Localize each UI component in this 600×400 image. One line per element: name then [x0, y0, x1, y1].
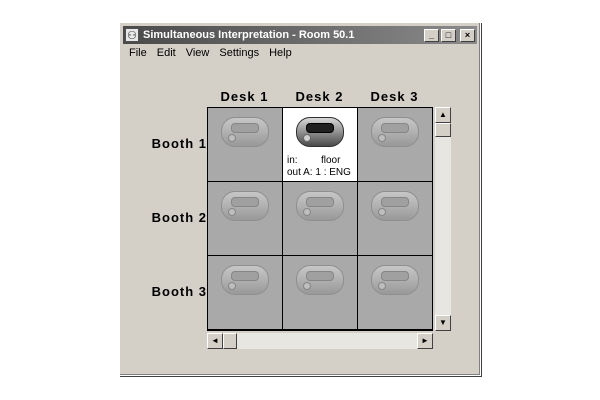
- close-button[interactable]: ×: [460, 28, 475, 42]
- channel-info: in: floor out A: 1 : ENG: [287, 155, 355, 179]
- interpreter-console-icon: [296, 265, 344, 295]
- scroll-up-button[interactable]: ▲: [435, 107, 451, 123]
- cell-booth2-desk1[interactable]: [208, 182, 282, 255]
- menu-help[interactable]: Help: [264, 46, 297, 62]
- cell-booth3-desk3[interactable]: [358, 256, 432, 329]
- maximize-button[interactable]: □: [441, 28, 456, 42]
- interpreter-console-icon: [221, 265, 269, 295]
- interpreter-console-icon: [221, 117, 269, 147]
- scroll-down-button[interactable]: ▼: [435, 315, 451, 331]
- out-label: out A:: [287, 167, 313, 178]
- menu-settings[interactable]: Settings: [214, 46, 264, 62]
- booth-desk-grid: in: floor out A: 1 : ENG: [207, 107, 433, 331]
- menu-edit[interactable]: Edit: [152, 46, 181, 62]
- vertical-scroll-thumb[interactable]: [435, 123, 451, 137]
- interpreter-console-icon: [371, 191, 419, 221]
- scroll-left-button[interactable]: ◄: [207, 333, 223, 349]
- menu-bar: File Edit View Settings Help: [124, 46, 297, 62]
- cell-booth3-desk2[interactable]: [283, 256, 357, 329]
- interpreter-console-icon: [371, 265, 419, 295]
- client-area: Desk 1 Desk 2 Desk 3 Booth 1 Booth 2 Boo…: [123, 63, 477, 372]
- interpreter-icon[interactable]: ⚇: [125, 28, 139, 42]
- interpreter-console-icon: [371, 117, 419, 147]
- desk-1-header: Desk 1: [220, 89, 269, 104]
- cell-booth1-desk3[interactable]: [358, 108, 432, 181]
- horizontal-scrollbar[interactable]: ◄ ►: [207, 333, 433, 349]
- out-value: 1 : ENG: [315, 167, 351, 178]
- booth-1-header: Booth 1: [151, 136, 207, 151]
- cell-booth1-desk1[interactable]: [208, 108, 282, 181]
- interpreter-console-icon: [221, 191, 269, 221]
- interpreter-console-icon: [296, 117, 344, 147]
- in-value: floor: [321, 155, 341, 166]
- cell-booth2-desk3[interactable]: [358, 182, 432, 255]
- booth-3-header: Booth 3: [151, 284, 207, 299]
- cell-booth3-desk1[interactable]: [208, 256, 282, 329]
- booth-2-header: Booth 2: [151, 210, 207, 225]
- desk-3-header: Desk 3: [370, 89, 419, 104]
- minimize-button[interactable]: _: [424, 28, 439, 42]
- title-bar[interactable]: ⚇ Simultaneous Interpretation - Room 50.…: [123, 26, 477, 44]
- interpreter-console-icon: [296, 191, 344, 221]
- desk-2-header: Desk 2: [295, 89, 344, 104]
- horizontal-scroll-thumb[interactable]: [223, 333, 237, 349]
- menu-view[interactable]: View: [181, 46, 215, 62]
- cell-booth2-desk2[interactable]: [283, 182, 357, 255]
- cell-booth1-desk2[interactable]: in: floor out A: 1 : ENG: [283, 108, 357, 181]
- scroll-right-button[interactable]: ►: [417, 333, 433, 349]
- menu-file[interactable]: File: [124, 46, 152, 62]
- window-title: Simultaneous Interpretation - Room 50.1: [143, 29, 355, 41]
- app-window: ⚇ Simultaneous Interpretation - Room 50.…: [119, 22, 481, 376]
- in-label: in:: [287, 155, 298, 166]
- vertical-scrollbar[interactable]: ▲ ▼: [435, 107, 451, 331]
